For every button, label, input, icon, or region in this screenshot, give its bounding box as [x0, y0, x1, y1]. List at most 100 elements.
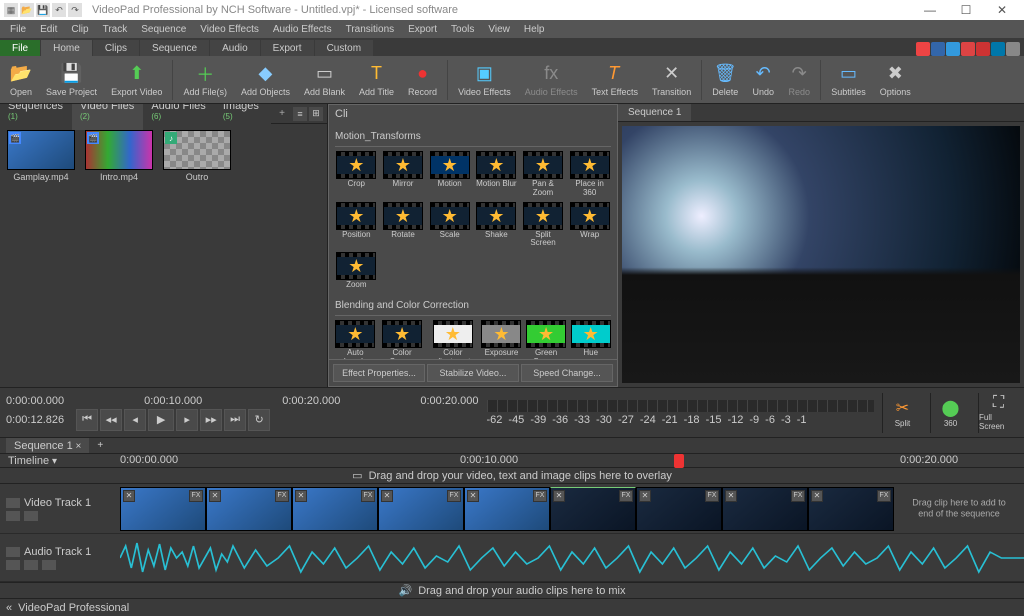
close-button[interactable]: ✕	[984, 0, 1020, 20]
video-track-content[interactable]: ✕FX ✕FX ✕FX ✕FX ✕FX ✕FX ✕FX ✕FX ✕FX Drag…	[120, 484, 1024, 533]
solo-icon[interactable]	[24, 560, 38, 570]
qat-undo-icon[interactable]: ↶	[52, 3, 66, 17]
goto-start-button[interactable]: ⏮	[76, 409, 98, 431]
effect-item[interactable]: ★Shake	[475, 202, 518, 249]
qat-open-icon[interactable]: 📂	[20, 3, 34, 17]
redo-button[interactable]: ↷Redo	[782, 58, 816, 102]
menu-help[interactable]: Help	[518, 22, 551, 37]
social-li-icon[interactable]	[991, 42, 1005, 56]
stabilize-video-button[interactable]: Stabilize Video...	[427, 364, 519, 382]
tab-sequence[interactable]: Sequence	[140, 40, 209, 56]
menu-clip[interactable]: Clip	[65, 22, 94, 37]
effect-item[interactable]: ★Split Screen	[522, 202, 565, 249]
collapse-icon[interactable]: «	[6, 602, 12, 614]
view-grid-icon[interactable]: ⊞	[309, 107, 323, 121]
effect-item[interactable]: ★Color Curves	[380, 320, 425, 359]
effect-item[interactable]: ★Scale	[428, 202, 471, 249]
effect-item[interactable]: ★Rotate	[382, 202, 425, 249]
add-objects-button[interactable]: ◆Add Objects	[235, 58, 296, 102]
effect-item[interactable]: ★Motion Blur	[475, 151, 518, 198]
preview-viewport[interactable]	[622, 126, 1020, 383]
effect-item[interactable]: ★Wrap	[568, 202, 611, 249]
split-button[interactable]: ✂Split	[882, 393, 922, 433]
effect-item[interactable]: ★Exposure	[481, 320, 522, 359]
menu-transitions[interactable]: Transitions	[340, 22, 401, 37]
subtitles-button[interactable]: ▭Subtitles	[825, 58, 872, 102]
social-yt-icon[interactable]	[916, 42, 930, 56]
goto-end-button[interactable]: ⏭	[224, 409, 246, 431]
timeline-ruler[interactable]: Timeline ▾ 0:00:00.000 0:00:10.000 0:00:…	[0, 453, 1024, 467]
playhead[interactable]	[674, 454, 684, 468]
lock-icon[interactable]	[42, 560, 56, 570]
effect-item[interactable]: ★Pan & Zoom	[522, 151, 565, 198]
menu-tools[interactable]: Tools	[445, 22, 480, 37]
open-button[interactable]: 📂Open	[4, 58, 38, 102]
effect-item[interactable]: ★Color adjustments	[429, 320, 478, 359]
tab-clips[interactable]: Clips	[93, 40, 139, 56]
effect-item[interactable]: ★Crop	[335, 151, 378, 198]
clip-x-icon[interactable]: ✕	[123, 490, 135, 502]
preview-tab[interactable]: Sequence 1	[618, 104, 691, 121]
qat-redo-icon[interactable]: ↷	[68, 3, 82, 17]
loop-button[interactable]: ↻	[248, 409, 270, 431]
video-clip[interactable]: ✕FX	[378, 487, 464, 531]
add-sequence-button[interactable]: +	[89, 438, 111, 453]
social-pi-icon[interactable]	[976, 42, 990, 56]
bin-item[interactable]: 🎬Gamplay.mp4	[6, 130, 76, 182]
menu-edit[interactable]: Edit	[34, 22, 63, 37]
360-button[interactable]: ⬤360	[930, 393, 970, 433]
effect-item[interactable]: ★Zoom	[335, 252, 378, 290]
step-fwd-button[interactable]: ▸	[176, 409, 198, 431]
effect-item[interactable]: ★Position	[335, 202, 378, 249]
effect-item[interactable]: ★Green Screen	[526, 320, 567, 359]
text-effects-button[interactable]: 𝑇Text Effects	[586, 58, 644, 102]
minimize-button[interactable]: —	[912, 0, 948, 20]
add-files-button[interactable]: ＋Add File(s)	[177, 58, 233, 102]
effect-item[interactable]: ★Mirror	[382, 151, 425, 198]
speed-change-button[interactable]: Speed Change...	[521, 364, 613, 382]
menu-export[interactable]: Export	[402, 22, 443, 37]
video-clip[interactable]: ✕FX	[636, 487, 722, 531]
add-title-button[interactable]: TAdd Title	[353, 58, 400, 102]
mute-icon[interactable]	[6, 511, 20, 521]
menu-video-effects[interactable]: Video Effects	[194, 22, 265, 37]
video-effects-button[interactable]: ▣Video Effects	[452, 58, 517, 102]
video-clip[interactable]: ✕FX	[206, 487, 292, 531]
undo-button[interactable]: ↶Undo	[746, 58, 780, 102]
next-frame-button[interactable]: ▸▸	[200, 409, 222, 431]
options-button[interactable]: ✖Options	[874, 58, 917, 102]
video-clip[interactable]: ✕FX	[550, 487, 636, 531]
tab-custom[interactable]: Custom	[315, 40, 373, 56]
social-more-icon[interactable]	[1006, 42, 1020, 56]
menu-track[interactable]: Track	[97, 22, 134, 37]
effect-item[interactable]: ★Motion	[428, 151, 471, 198]
prev-frame-button[interactable]: ◂◂	[100, 409, 122, 431]
tab-file[interactable]: File	[0, 40, 40, 56]
effect-item[interactable]: ★Auto Levels	[335, 320, 376, 359]
menu-file[interactable]: File	[4, 22, 32, 37]
tab-export[interactable]: Export	[261, 40, 314, 56]
view-list-icon[interactable]: ≡	[293, 107, 307, 121]
clip-fx-icon[interactable]: FX	[189, 490, 203, 502]
track-toggle-icon[interactable]	[6, 498, 20, 508]
video-clip[interactable]: ✕ FX	[120, 487, 206, 531]
social-gp-icon[interactable]	[961, 42, 975, 56]
delete-button[interactable]: 🗑Delete	[706, 58, 744, 102]
track-toggle-icon[interactable]	[6, 547, 20, 557]
video-clip[interactable]: ✕FX	[464, 487, 550, 531]
lock-icon[interactable]	[24, 511, 38, 521]
effect-item[interactable]: ★Place in 360	[568, 151, 611, 198]
video-clip[interactable]: ✕FX	[292, 487, 378, 531]
add-blank-button[interactable]: ▭Add Blank	[298, 58, 351, 102]
menu-sequence[interactable]: Sequence	[135, 22, 192, 37]
video-clip[interactable]: ✕FX	[722, 487, 808, 531]
record-button[interactable]: ●Record	[402, 58, 443, 102]
menu-audio-effects[interactable]: Audio Effects	[267, 22, 338, 37]
social-tw-icon[interactable]	[946, 42, 960, 56]
effect-item[interactable]: ★Hue	[570, 320, 611, 359]
tab-audio[interactable]: Audio	[210, 40, 260, 56]
sequence-tab[interactable]: Sequence 1 ×	[6, 438, 89, 454]
mute-icon[interactable]	[6, 560, 20, 570]
qat-save-icon[interactable]: 💾	[36, 3, 50, 17]
audio-clip[interactable]	[120, 538, 1024, 578]
